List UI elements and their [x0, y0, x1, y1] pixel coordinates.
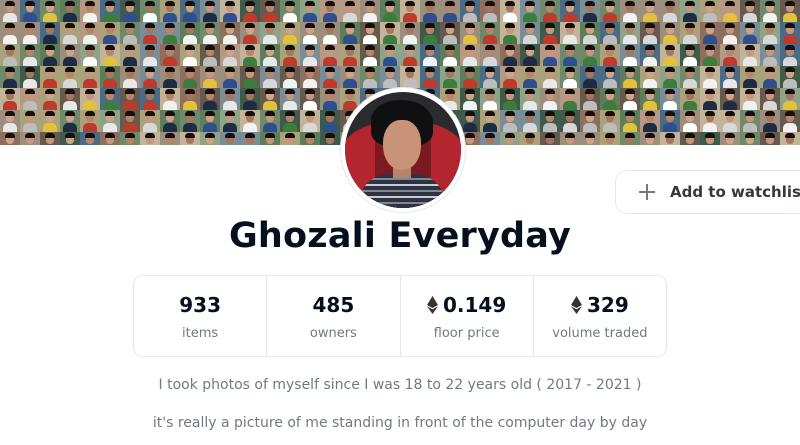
stat-items-value: 933 — [179, 293, 221, 317]
stat-owners-value: 485 — [312, 293, 355, 317]
collection-description-line: I took photos of myself since I was 18 t… — [158, 377, 642, 393]
watchlist-label: Add to watchlist — [670, 183, 800, 201]
stat-floor-price-label: floor price — [433, 326, 500, 341]
stat-owners-label: owners — [309, 326, 357, 341]
stat-volume-traded[interactable]: 329 volume traded — [534, 276, 666, 356]
ethereum-icon — [426, 296, 438, 314]
stat-floor-price[interactable]: 0.149 floor price — [401, 276, 534, 356]
add-to-watchlist-button[interactable]: Add to watchlist — [615, 170, 800, 214]
stat-floor-price-value: 0.149 — [442, 293, 507, 317]
collection-title: Ghozali Everyday — [228, 216, 571, 256]
collection-stats: 933 items 485 owners 0.149 floor price 3… — [133, 275, 667, 357]
plus-icon — [638, 183, 656, 201]
collection-avatar[interactable] — [341, 88, 465, 212]
collection-description-line: it's really a picture of me standing in … — [152, 415, 648, 431]
ethereum-icon — [571, 296, 582, 314]
stat-owners[interactable]: 485 owners — [267, 276, 401, 356]
stat-items[interactable]: 933 items — [134, 276, 268, 356]
stat-volume-traded-value: 329 — [587, 293, 629, 317]
stat-volume-traded-label: volume traded — [552, 326, 648, 341]
stat-items-label: items — [182, 326, 219, 341]
